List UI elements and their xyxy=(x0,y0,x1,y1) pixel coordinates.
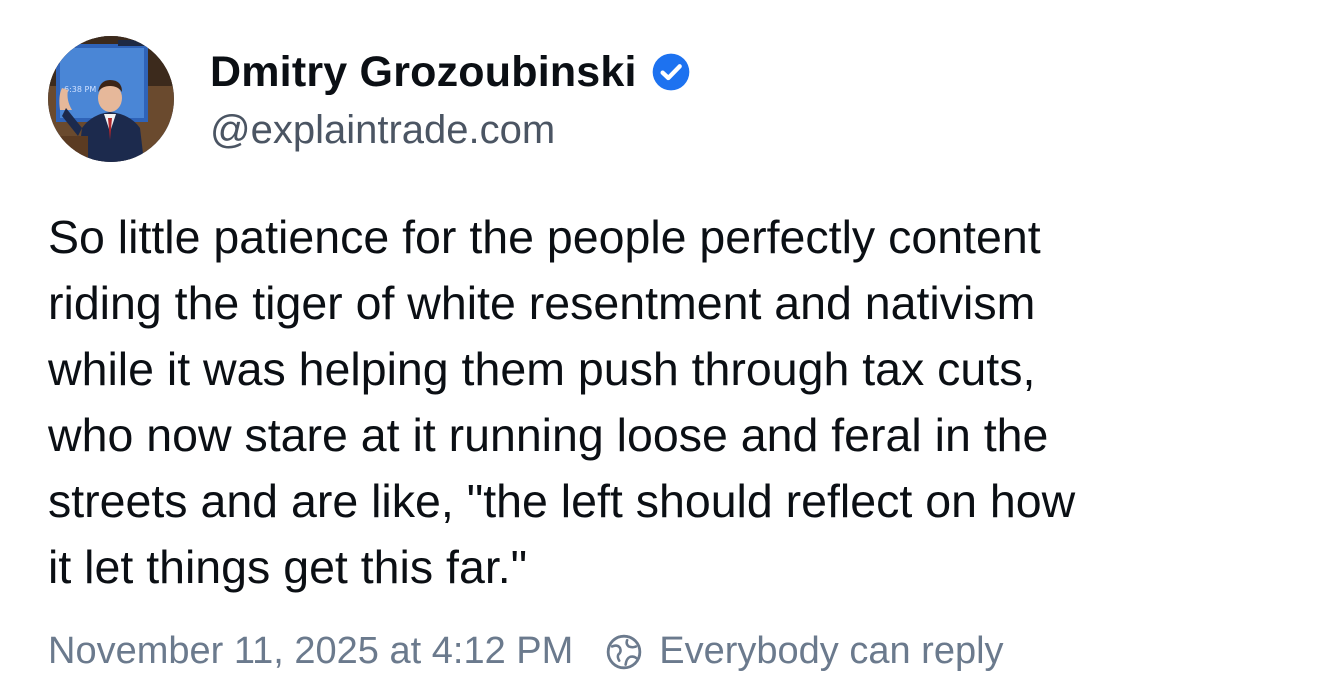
display-name[interactable]: Dmitry Grozoubinski xyxy=(210,48,637,97)
avatar[interactable]: 6:38 PM xyxy=(48,36,174,162)
post-card: 6:38 PM Dmitry Grozoubinski @explaintrad… xyxy=(0,0,1320,688)
avatar-image: 6:38 PM xyxy=(48,36,174,162)
author-block: Dmitry Grozoubinski @explaintrade.com xyxy=(210,46,691,153)
reply-setting[interactable]: Everybody can reply xyxy=(605,630,1004,673)
globe-icon xyxy=(605,633,643,671)
post-timestamp[interactable]: November 11, 2025 at 4:12 PM xyxy=(48,630,573,673)
name-row: Dmitry Grozoubinski xyxy=(210,46,691,98)
post-meta: November 11, 2025 at 4:12 PM Everybody c… xyxy=(48,630,1004,673)
verified-check-icon xyxy=(651,52,691,92)
author-handle[interactable]: @explaintrade.com xyxy=(210,108,691,153)
post-text: So little patience for the people perfec… xyxy=(48,211,1076,593)
reply-setting-label: Everybody can reply xyxy=(659,630,1004,672)
svg-text:6:38 PM: 6:38 PM xyxy=(64,85,96,94)
